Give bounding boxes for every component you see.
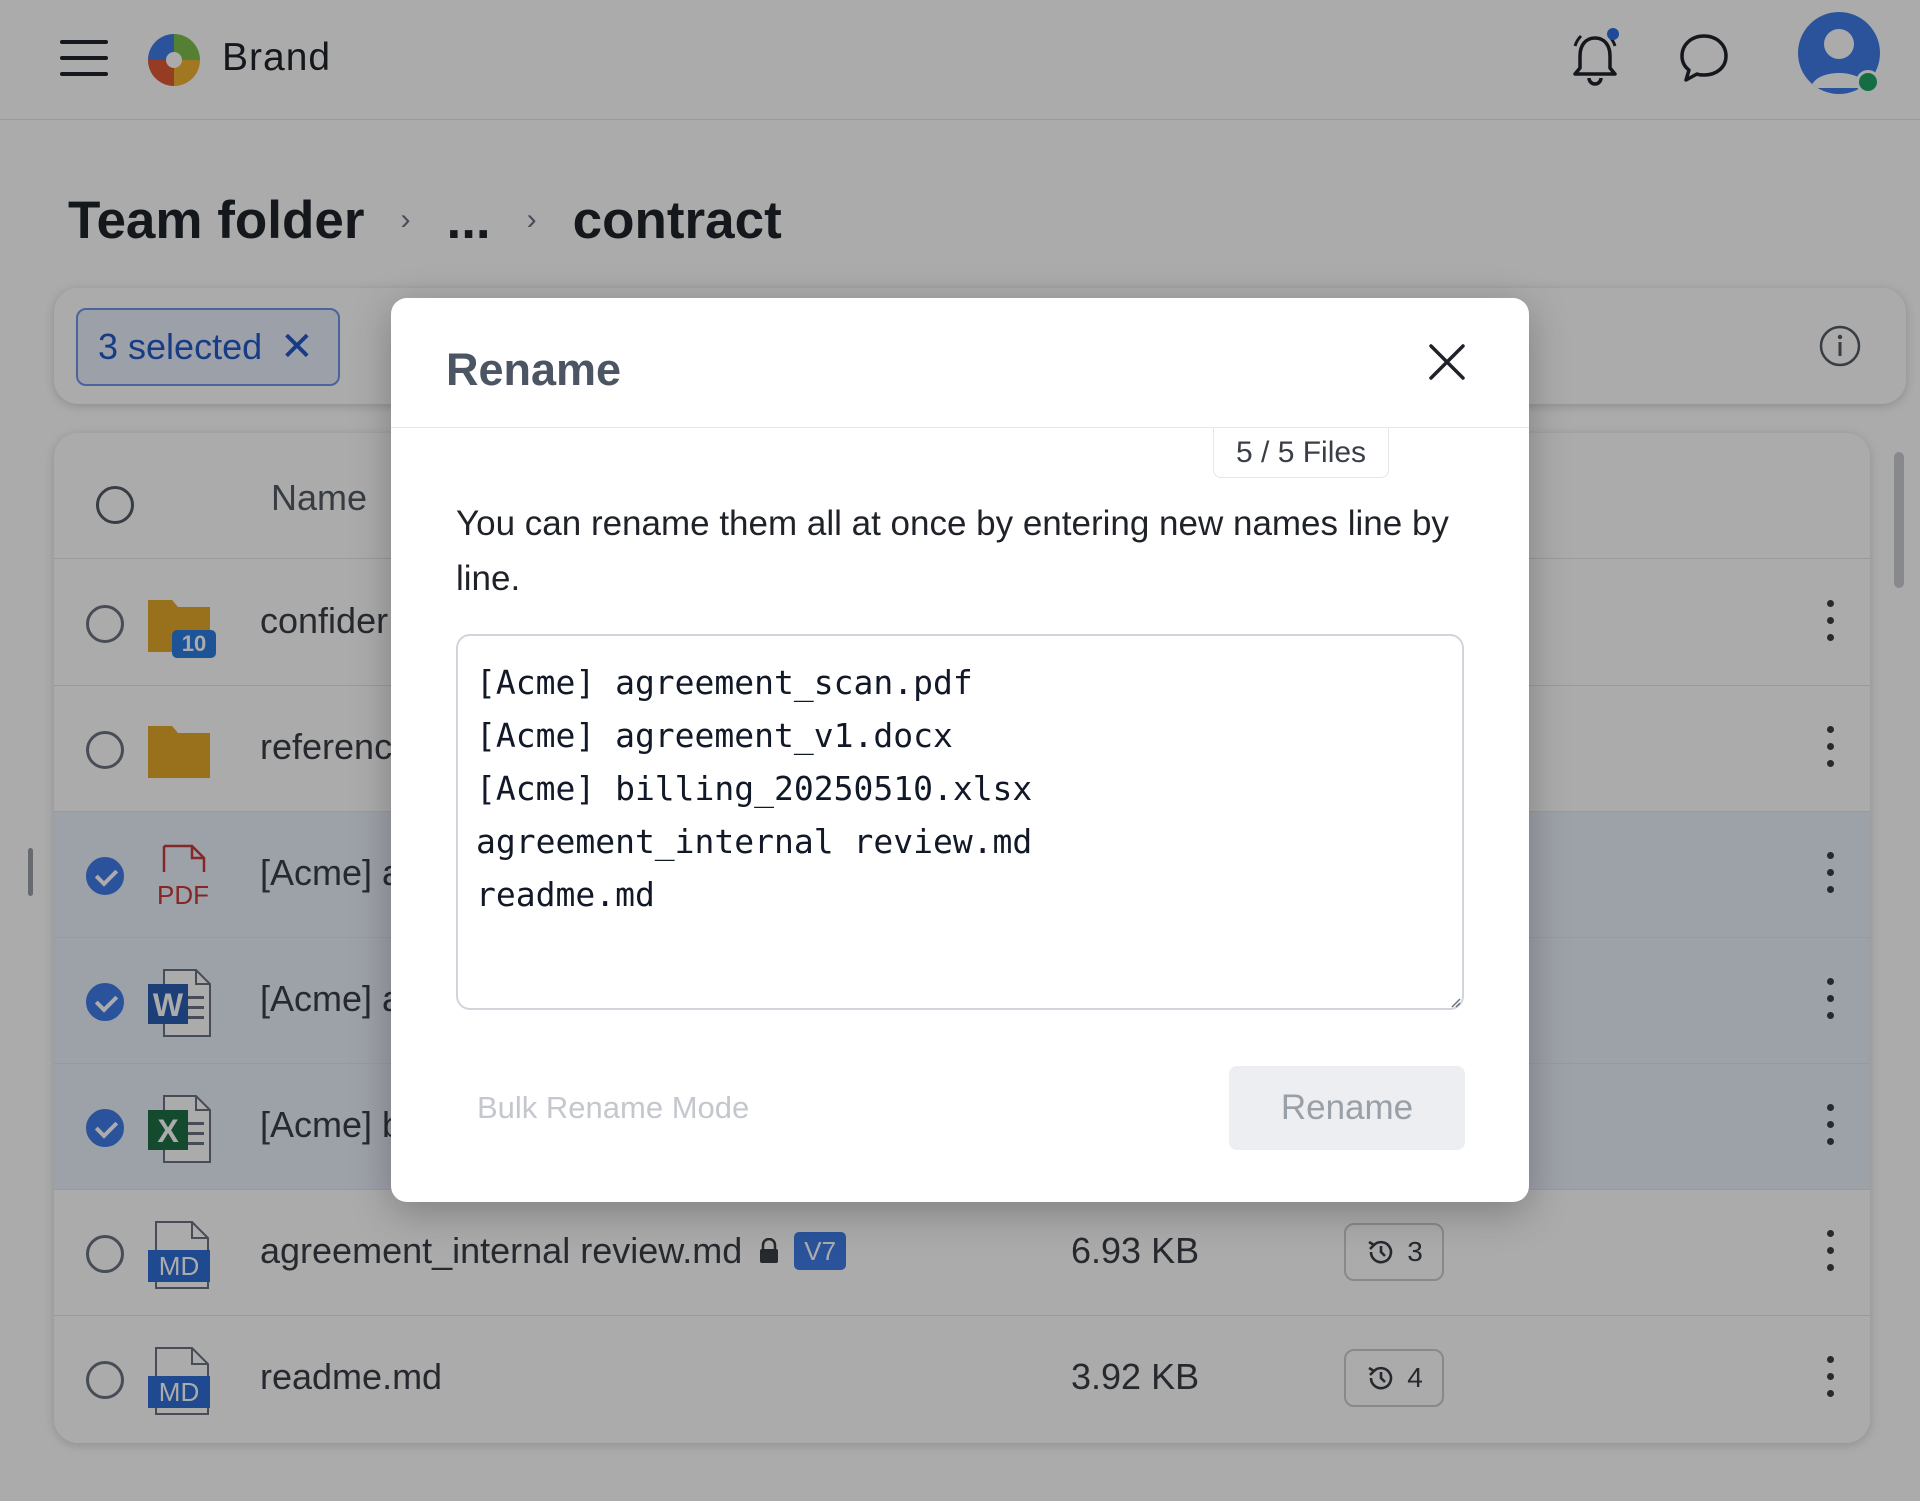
dialog-title: Rename: [446, 344, 622, 395]
rename-button[interactable]: Rename: [1229, 1066, 1465, 1150]
files-count-badge: 5 / 5 Files: [1213, 428, 1390, 478]
new-names-textarea[interactable]: [Acme] agreement_scan.pdf [Acme] agreeme…: [456, 634, 1464, 1010]
rename-dialog: Rename 5 / 5 Files You can rename them a…: [391, 298, 1529, 1202]
rename-instructions: You can rename them all at once by enter…: [456, 504, 1449, 598]
resize-grip-icon[interactable]: [1449, 996, 1461, 1008]
dialog-header: Rename: [391, 298, 1529, 428]
close-icon[interactable]: [1427, 342, 1467, 382]
bulk-rename-mode-link[interactable]: Bulk Rename Mode: [477, 1090, 749, 1126]
